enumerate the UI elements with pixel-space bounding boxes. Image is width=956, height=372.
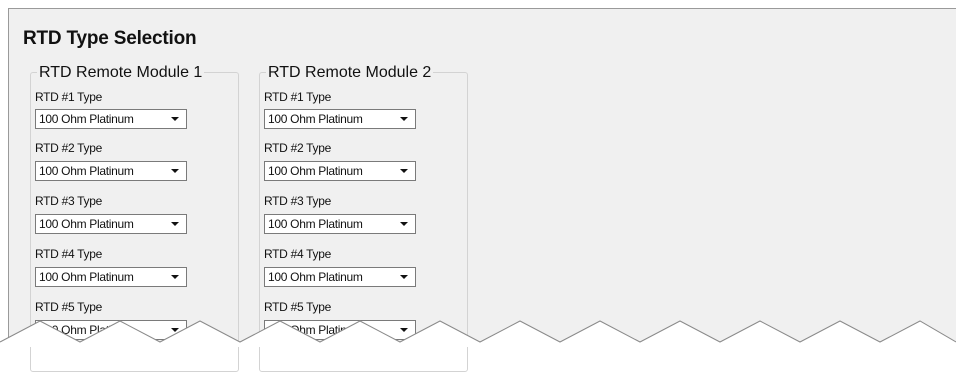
torn-edge-overlay <box>0 320 956 347</box>
